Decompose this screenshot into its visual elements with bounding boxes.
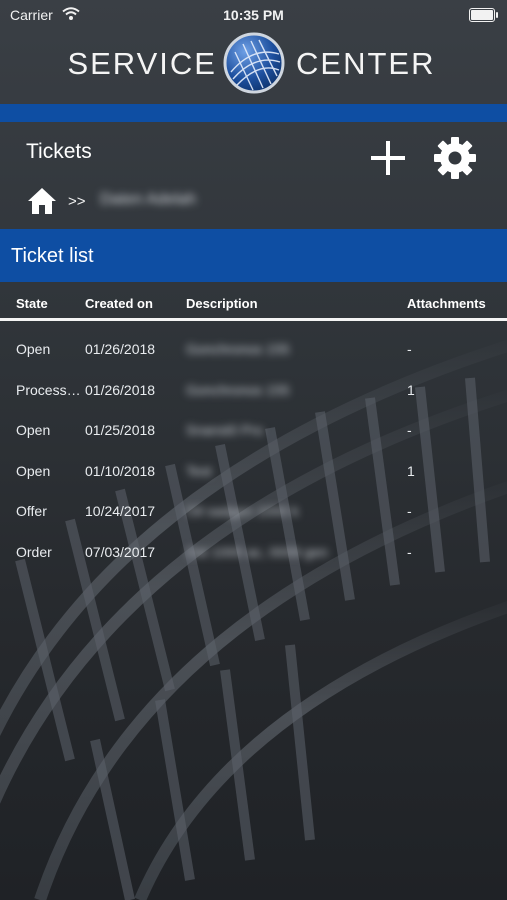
table-header-divider (0, 318, 507, 321)
ticket-list-header: Ticket list (0, 229, 507, 282)
cell-state: Offer (16, 503, 47, 520)
cell-state: Processing (16, 381, 83, 398)
gear-icon (434, 137, 476, 179)
table-header: State Created on Description Attachments (0, 292, 507, 318)
cell-attachments: - (407, 503, 412, 520)
brand-text-center: CENTER (296, 46, 436, 81)
cell-state: Open (16, 341, 51, 357)
settings-button[interactable] (432, 135, 478, 181)
breadcrumb-current: Daten Adelah (100, 191, 197, 208)
cell-state: Open (16, 422, 51, 439)
cell-state: Open (16, 462, 51, 479)
page-title: Tickets (26, 140, 92, 163)
table-row[interactable]: Offer 10/24/2017 Oil sadgen 1000 k - (0, 491, 507, 532)
cell-attachments: 1 (407, 381, 415, 398)
cell-attachments: - (407, 543, 412, 560)
cell-description: Snanst0 Pro (186, 422, 264, 439)
brand-header: SERVICE CENTER (0, 30, 507, 100)
table-row[interactable]: Open 01/25/2018 Snanst0 Pro - (0, 410, 507, 451)
column-header-created-on[interactable]: Created on (85, 296, 153, 311)
cell-created-on: 01/25/2018 (85, 422, 156, 439)
cell-description: Ost 1000 ac, 0009 gen (186, 543, 328, 560)
column-header-state[interactable]: State (16, 296, 48, 311)
table-row[interactable]: Open 01/26/2018 Gonchronos 155 - (0, 329, 507, 370)
ticket-list-title: Ticket list (11, 245, 94, 267)
cell-attachments: - (407, 422, 412, 439)
table-row[interactable]: Processing 01/26/2018 Gonchronos 155 1 (0, 370, 507, 411)
plus-icon (371, 141, 405, 175)
cell-description: Oil sadgen 1000 k (186, 503, 299, 520)
status-bar: Carrier 10:35 PM (0, 0, 507, 30)
column-header-attachments[interactable]: Attachments (407, 296, 486, 311)
cell-created-on: 01/10/2018 (85, 462, 156, 479)
home-icon[interactable] (26, 186, 58, 216)
cell-description: Test (186, 462, 212, 479)
globe-logo-icon (223, 32, 285, 99)
cell-created-on: 01/26/2018 (85, 341, 156, 357)
brand-accent-bar (0, 104, 507, 122)
clock: 10:35 PM (223, 7, 284, 23)
cell-created-on: 01/26/2018 (85, 381, 156, 398)
column-header-description[interactable]: Description (186, 296, 258, 311)
add-ticket-button[interactable] (368, 138, 408, 178)
cell-created-on: 07/03/2017 (85, 543, 156, 560)
cell-created-on: 10/24/2017 (85, 503, 156, 520)
ticket-table: Open 01/26/2018 Gonchronos 155 - Process… (0, 329, 507, 573)
cell-description: Gonchronos 155 (186, 341, 290, 357)
battery-icon (469, 8, 498, 22)
brand-text-service: SERVICE (67, 46, 217, 81)
cell-attachments: - (407, 341, 412, 357)
breadcrumb-separator: >> (68, 193, 86, 210)
table-row[interactable]: Order 07/03/2017 Ost 1000 ac, 0009 gen - (0, 532, 507, 573)
cell-attachments: 1 (407, 462, 415, 479)
table-row[interactable]: Open 01/10/2018 Test 1 (0, 451, 507, 492)
cell-description: Gonchronos 155 (186, 381, 290, 398)
cell-state: Order (16, 543, 52, 560)
